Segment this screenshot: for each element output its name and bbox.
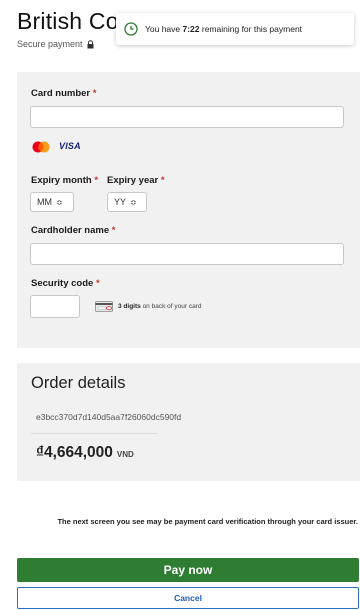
required-mark: * bbox=[160, 175, 165, 186]
lock-icon bbox=[86, 39, 95, 49]
card-number-input[interactable] bbox=[30, 106, 344, 128]
cvv-hint-bold: 3 digits bbox=[118, 303, 141, 310]
expiry-month-label-text: Expiry month bbox=[31, 175, 92, 186]
required-mark: * bbox=[95, 278, 100, 289]
card-number-label: Card number * bbox=[31, 88, 96, 99]
expiry-year-value: YY bbox=[114, 197, 127, 207]
security-code-label-text: Security code bbox=[31, 278, 94, 289]
security-code-hint: 3 digits on back of your card bbox=[95, 301, 201, 312]
expiry-year-label-text: Expiry year bbox=[107, 175, 159, 186]
card-back-icon bbox=[95, 301, 113, 312]
cardholder-name-input[interactable] bbox=[30, 243, 344, 265]
payment-timer-toast: You have 7:22 remaining for this payment bbox=[116, 13, 354, 45]
secure-payment-label: Secure payment bbox=[17, 39, 83, 49]
amount-value: ₫4,664,000 bbox=[36, 444, 113, 461]
expiry-year-select[interactable]: YY ≎ bbox=[107, 192, 147, 212]
updown-chevron-icon: ≎ bbox=[130, 197, 137, 207]
order-id: e3bcc370d7d140d5aa7f26060dc590fd bbox=[36, 412, 182, 422]
mastercard-icon bbox=[31, 140, 51, 153]
secure-payment-line: Secure payment bbox=[17, 39, 119, 49]
security-code-label: Security code * bbox=[31, 278, 100, 289]
card-number-label-text: Card number bbox=[31, 88, 91, 99]
required-mark: * bbox=[111, 225, 116, 236]
cancel-button[interactable]: Cancel bbox=[17, 587, 359, 609]
expiry-month-select[interactable]: MM ≎ bbox=[30, 192, 74, 212]
pay-now-button[interactable]: Pay now bbox=[17, 558, 359, 582]
expiry-month-value: MM bbox=[37, 197, 52, 207]
updown-chevron-icon: ≎ bbox=[56, 197, 63, 207]
cardholder-name-label: Cardholder name * bbox=[31, 225, 115, 236]
expiry-year-label: Expiry year * bbox=[107, 175, 165, 186]
cardholder-name-label-text: Cardholder name bbox=[31, 225, 110, 236]
timer-remaining-time: 7:22 bbox=[182, 24, 200, 34]
amount-currency: VND bbox=[116, 450, 134, 459]
card-details-panel: Card number * VISA Expiry month * Expiry… bbox=[17, 72, 360, 348]
verification-notice: The next screen you see may be payment c… bbox=[57, 517, 358, 526]
order-details-title: Order details bbox=[31, 374, 126, 392]
timer-suffix: remaining for this payment bbox=[199, 24, 303, 34]
visa-icon: VISA bbox=[59, 141, 81, 151]
page-title: British Co bbox=[17, 8, 119, 34]
order-divider bbox=[31, 433, 157, 434]
order-details-panel: Order details e3bcc370d7d140d5aa7f26060d… bbox=[17, 363, 360, 481]
expiry-month-label: Expiry month * bbox=[31, 175, 98, 186]
required-mark: * bbox=[92, 88, 97, 99]
clock-icon bbox=[124, 22, 138, 36]
timer-prefix: You have bbox=[145, 24, 183, 34]
order-amount: ₫4,664,000 VND bbox=[36, 444, 134, 462]
security-code-input[interactable] bbox=[30, 295, 80, 318]
page-header: British Co Secure payment bbox=[17, 6, 119, 49]
required-mark: * bbox=[94, 175, 99, 186]
cvv-hint-text: on back of your card bbox=[140, 303, 202, 310]
timer-text: You have 7:22 remaining for this payment bbox=[145, 24, 302, 34]
card-brands: VISA bbox=[31, 140, 81, 153]
